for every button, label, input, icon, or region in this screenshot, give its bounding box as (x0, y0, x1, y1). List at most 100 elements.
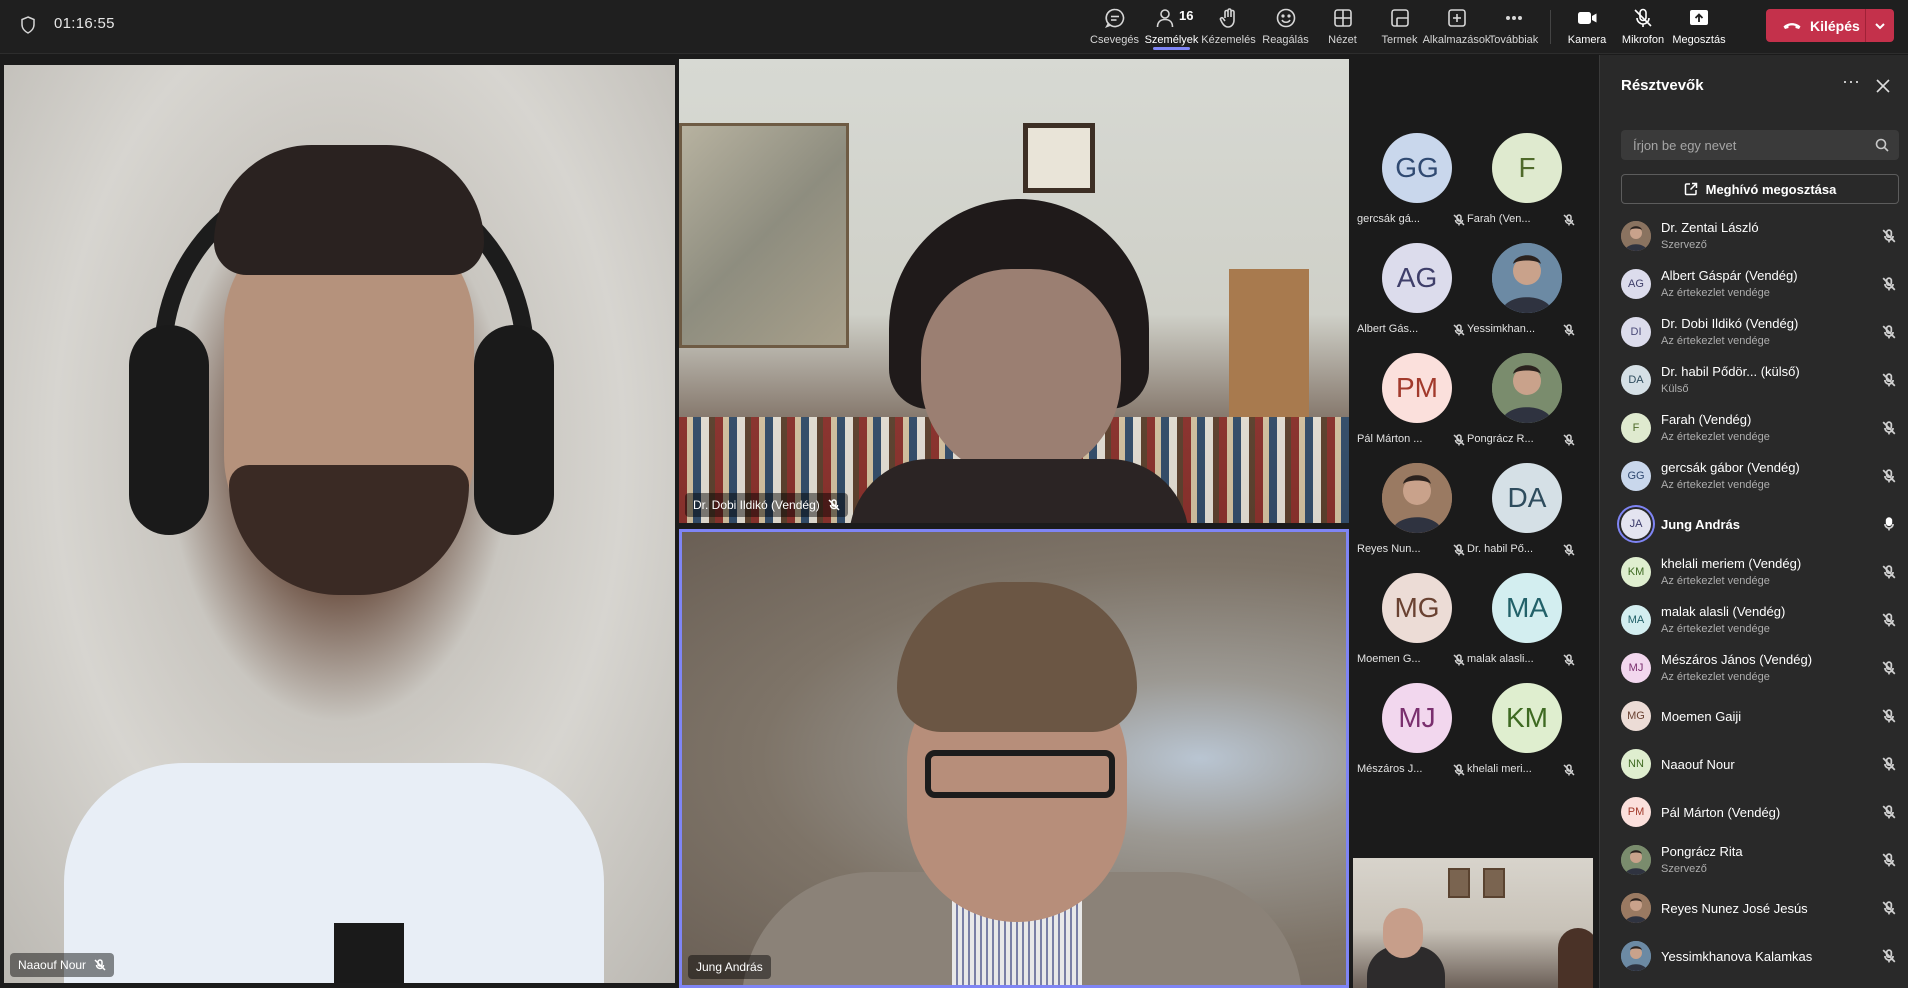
gallery-participant[interactable]: AG Albert Gás... (1355, 243, 1465, 353)
chat-button[interactable]: Csevegés (1086, 0, 1143, 54)
leave-button[interactable]: Kilépés (1766, 9, 1894, 42)
participant-list-item[interactable]: Reyes Nunez José Jesús (1600, 886, 1908, 934)
mic-off-icon (1453, 434, 1465, 446)
participant-list: Dr. Zentai László Szervező AG Albert Gáspár… (1600, 214, 1908, 982)
video-feed (1023, 123, 1095, 193)
more-button[interactable]: Továbbiak (1485, 0, 1542, 54)
participant-role: Az értekezlet vendége (1661, 623, 1770, 635)
participant-name: Dr. habil Pő... (1467, 543, 1534, 555)
avatar: MG (1382, 573, 1452, 643)
video-feed (679, 123, 849, 348)
participant-name: malak alasli (Vendég) (1661, 604, 1786, 619)
participant-list-item[interactable]: Yessimkhanova Kalamkas (1600, 934, 1908, 982)
mic-off-icon[interactable] (1882, 853, 1896, 867)
raise-hand-button[interactable]: Kézemelés (1200, 0, 1257, 54)
mic-off-icon[interactable] (1882, 709, 1896, 723)
panel-more-button[interactable]: ··· (1842, 72, 1862, 93)
gallery-participant[interactable]: GG gercsák gá... (1355, 133, 1465, 243)
avatar: DA (1492, 463, 1562, 533)
avatar: PM (1621, 797, 1651, 827)
video-tile-jung-speaking[interactable]: Jung András (679, 529, 1349, 988)
participant-role: Az értekezlet vendége (1661, 287, 1770, 299)
camera-icon (1578, 12, 1597, 24)
mic-off-icon[interactable] (1882, 901, 1896, 915)
mic-off-icon (94, 959, 106, 971)
participant-list-item[interactable]: JA Jung András (1600, 502, 1908, 550)
gallery-participant[interactable]: Pongrácz R... (1465, 353, 1575, 463)
gallery-participant[interactable]: Yessimkhan... (1465, 243, 1575, 353)
participant-list-item[interactable]: MJ Mészáros János (Vendég) Az értekezlet v… (1600, 646, 1908, 694)
search-icon[interactable] (1875, 138, 1889, 152)
gallery-participant[interactable]: DA Dr. habil Pő... (1465, 463, 1575, 573)
name-tag: Dr. Dobi Ildikó (Vendég) (685, 493, 848, 517)
mic-off-icon[interactable] (1882, 469, 1896, 483)
rooms-button[interactable]: Termek (1371, 0, 1428, 54)
mic-off-icon[interactable] (1882, 229, 1896, 243)
mic-off-icon[interactable] (1882, 565, 1896, 579)
avatar: MA (1492, 573, 1562, 643)
video-tile-dobi[interactable]: Dr. Dobi Ildikó (Vendég) (679, 59, 1349, 523)
share-label: Megosztás (1672, 34, 1726, 46)
participant-list-item[interactable]: DI Dr. Dobi Ildikó (Vendég) Az értekezlet … (1600, 310, 1908, 358)
participant-list-item[interactable]: KM khelali meriem (Vendég) Az értekezlet v… (1600, 550, 1908, 598)
mic-off-icon (828, 499, 840, 511)
gallery-participant[interactable]: KM khelali meri... (1465, 683, 1575, 793)
mic-off-icon[interactable] (1882, 661, 1896, 675)
gallery-participant[interactable]: F Farah (Ven... (1465, 133, 1575, 243)
raise-hand-icon (1219, 8, 1235, 28)
participant-list-item[interactable]: GG gercsák gábor (Vendég) Az értekezlet ve… (1600, 454, 1908, 502)
leave-options-button[interactable] (1866, 9, 1894, 42)
video-feed (334, 923, 404, 983)
participant-list-item[interactable]: AG Albert Gáspár (Vendég) Az értekezlet ve… (1600, 262, 1908, 310)
leave-main[interactable]: Kilépés (1766, 9, 1866, 42)
mic-off-icon[interactable] (1882, 805, 1896, 819)
video-tile-self-view[interactable] (1353, 858, 1593, 988)
view-button[interactable]: Nézet (1314, 0, 1371, 54)
mic-off-icon[interactable] (1882, 613, 1896, 627)
gallery-participant[interactable]: MG Moemen G... (1355, 573, 1465, 683)
participant-list-item[interactable]: NN Naaouf Nour (1600, 742, 1908, 790)
gallery-participant[interactable]: Reyes Nun... (1355, 463, 1465, 573)
video-feed (229, 465, 469, 595)
participant-name: Pongrácz Rita (1661, 844, 1743, 859)
participant-name: Albert Gás... (1357, 323, 1419, 335)
mic-off-icon (1634, 8, 1652, 27)
gallery-participant[interactable]: PM Pál Márton ... (1355, 353, 1465, 463)
mic-off-icon[interactable] (1882, 949, 1896, 963)
participant-name: Reyes Nunez José Jesús (1661, 901, 1808, 916)
avatar (1492, 353, 1562, 423)
participant-list-item[interactable]: Dr. Zentai László Szervező (1600, 214, 1908, 262)
participant-list-item[interactable]: Pongrácz Rita Szervező (1600, 838, 1908, 886)
share-button[interactable]: Megosztás (1671, 0, 1727, 54)
participant-list-item[interactable]: PM Pál Márton (Vendég) (1600, 790, 1908, 838)
share-invite-button[interactable]: Meghívó megosztása (1621, 174, 1899, 204)
apps-button[interactable]: Alkalmazások (1423, 0, 1490, 54)
people-button[interactable]: 16 Személyek (1143, 0, 1200, 54)
participant-role: Az értekezlet vendége (1661, 575, 1770, 587)
participant-list-item[interactable]: MG Moemen Gaiji (1600, 694, 1908, 742)
react-button[interactable]: Reagálás (1257, 0, 1314, 54)
avatar: MJ (1621, 653, 1651, 683)
participant-list-item[interactable]: DA Dr. habil Pődör... (külső) Külső (1600, 358, 1908, 406)
mic-off-icon[interactable] (1882, 757, 1896, 771)
avatar: JA (1621, 509, 1651, 539)
mic-off-icon[interactable] (1882, 421, 1896, 435)
mic-off-icon[interactable] (1882, 373, 1896, 387)
participant-name: Dr. habil Pődör... (külső) (1661, 364, 1800, 379)
gallery-participant[interactable]: MJ Mészáros J... (1355, 683, 1465, 793)
participant-role: Az értekezlet vendége (1661, 479, 1770, 491)
camera-button[interactable]: Kamera (1559, 0, 1615, 54)
mic-off-icon[interactable] (1882, 277, 1896, 291)
gallery-participant[interactable]: MA malak alasli... (1465, 573, 1575, 683)
participant-name: Yessimkhan... (1467, 323, 1536, 335)
participant-list-item[interactable]: F Farah (Vendég) Az értekezlet vendége (1600, 406, 1908, 454)
avatar (1621, 845, 1651, 875)
mic-button[interactable]: Mikrofon (1615, 0, 1671, 54)
video-tile-naaouf[interactable]: Naaouf Nour (4, 65, 675, 983)
mic-on-icon[interactable] (1882, 517, 1896, 531)
mic-off-icon[interactable] (1882, 325, 1896, 339)
search-input[interactable] (1621, 130, 1861, 160)
participant-name: Pongrácz R... (1467, 433, 1534, 445)
participant-list-item[interactable]: MA malak alasli (Vendég) Az értekezlet ven… (1600, 598, 1908, 646)
close-icon[interactable] (1876, 79, 1890, 93)
